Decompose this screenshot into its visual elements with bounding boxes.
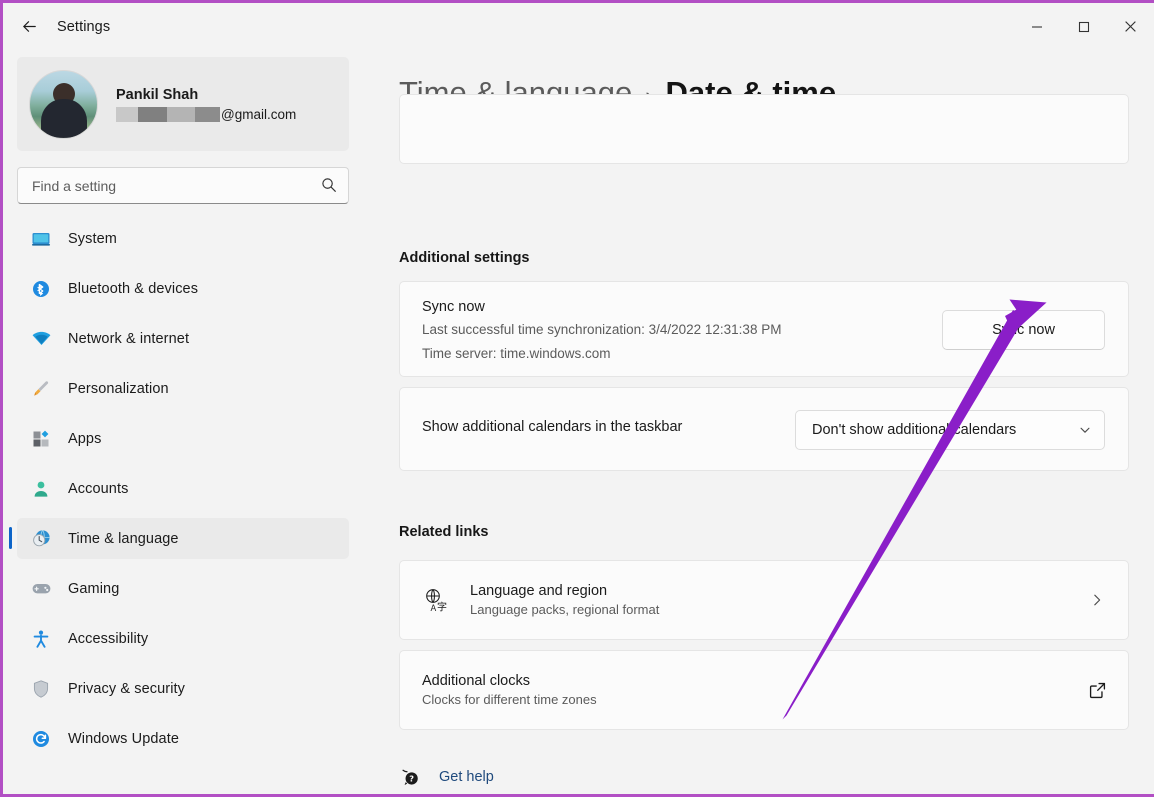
row-subtitle: Language packs, regional format xyxy=(470,602,1090,617)
bluetooth-icon xyxy=(30,278,52,300)
last-sync-text: Last successful time synchronization: 3/… xyxy=(422,322,781,337)
search-input[interactable] xyxy=(17,167,349,204)
help-question-icon: ? xyxy=(399,766,421,788)
person-icon xyxy=(30,478,52,500)
account-card[interactable]: Pankil Shah @gmail.com xyxy=(17,57,349,151)
sidebar-item-apps[interactable]: Apps xyxy=(17,418,349,459)
get-help-link[interactable]: ? Get help xyxy=(399,766,494,788)
additional-calendars-value: Don't show additional calendars xyxy=(812,422,1078,438)
sidebar-item-label: Accessibility xyxy=(68,631,148,647)
chevron-down-icon xyxy=(1078,423,1092,437)
additional-calendars-dropdown[interactable]: Don't show additional calendars xyxy=(795,410,1105,450)
account-email: @gmail.com xyxy=(116,107,296,122)
svg-text:A: A xyxy=(431,603,437,613)
content-pane: Time & language › Date & time Additional… xyxy=(363,50,1154,794)
paintbrush-icon xyxy=(30,378,52,400)
account-text: Pankil Shah @gmail.com xyxy=(116,87,296,122)
sidebar-item-label: Time & language xyxy=(68,531,179,547)
time-server-text: Time server: time.windows.com xyxy=(422,346,611,361)
accessibility-icon xyxy=(30,628,52,650)
sidebar-item-label: Windows Update xyxy=(68,731,179,747)
update-icon xyxy=(30,728,52,750)
row-title: Language and region xyxy=(470,583,1090,599)
svg-text:?: ? xyxy=(409,773,414,783)
sidebar-nav: System Bluetooth & devices xyxy=(3,218,363,759)
sidebar-item-system[interactable]: System xyxy=(17,218,349,259)
additional-clocks-link[interactable]: Additional clocks Clocks for different t… xyxy=(399,650,1129,730)
sync-now-title: Sync now xyxy=(422,299,485,315)
language-and-region-text: Language and region Language packs, regi… xyxy=(470,583,1090,617)
clock-globe-icon xyxy=(30,528,52,550)
sidebar-item-time-language[interactable]: Time & language xyxy=(17,518,349,559)
apps-icon xyxy=(30,428,52,450)
sync-now-card: Sync now Last successful time synchroniz… xyxy=(399,281,1129,377)
row-subtitle: Clocks for different time zones xyxy=(422,692,1089,707)
related-links-heading: Related links xyxy=(399,524,488,540)
monitor-icon xyxy=(30,228,52,250)
settings-window: Settings Pankil Shah xyxy=(0,0,1154,797)
sidebar-item-network-internet[interactable]: Network & internet xyxy=(17,318,349,359)
close-button[interactable] xyxy=(1107,3,1154,50)
chevron-right-icon xyxy=(1090,593,1104,607)
settings-scroll-area[interactable]: Additional settings Sync now Last succes… xyxy=(363,128,1154,794)
window-controls xyxy=(1013,3,1154,50)
additional-calendars-card: Show additional calendars in the taskbar… xyxy=(399,387,1129,471)
sidebar-item-bluetooth-devices[interactable]: Bluetooth & devices xyxy=(17,268,349,309)
sidebar-item-windows-update[interactable]: Windows Update xyxy=(17,718,349,759)
sidebar-item-label: Accounts xyxy=(68,481,128,497)
additional-clocks-text: Additional clocks Clocks for different t… xyxy=(422,673,1089,707)
minimize-button[interactable] xyxy=(1013,3,1060,50)
sidebar-item-gaming[interactable]: Gaming xyxy=(17,568,349,609)
additional-settings-heading: Additional settings xyxy=(399,250,530,266)
sync-now-button[interactable]: Sync now xyxy=(942,310,1105,350)
gamepad-icon xyxy=(30,578,52,600)
email-domain: @gmail.com xyxy=(221,107,296,122)
sidebar-item-label: System xyxy=(68,231,117,247)
title-bar: Settings xyxy=(3,3,1154,50)
maximize-button[interactable] xyxy=(1060,3,1107,50)
avatar xyxy=(29,70,98,139)
sidebar-item-label: Bluetooth & devices xyxy=(68,281,198,297)
sidebar-item-accounts[interactable]: Accounts xyxy=(17,468,349,509)
translate-globe-icon: A 字 xyxy=(422,587,448,613)
sidebar-item-personalization[interactable]: Personalization xyxy=(17,368,349,409)
partial-card-above[interactable] xyxy=(399,94,1129,164)
additional-calendars-label: Show additional calendars in the taskbar xyxy=(422,419,682,435)
sidebar-item-accessibility[interactable]: Accessibility xyxy=(17,618,349,659)
account-name: Pankil Shah xyxy=(116,87,296,103)
row-title: Additional clocks xyxy=(422,673,1089,689)
wifi-icon xyxy=(30,328,52,350)
sidebar-item-privacy-security[interactable]: Privacy & security xyxy=(17,668,349,709)
redacted-email xyxy=(116,107,220,122)
back-arrow-icon xyxy=(20,17,39,36)
sidebar-item-label: Privacy & security xyxy=(68,681,185,697)
svg-text:字: 字 xyxy=(437,601,447,614)
window-title: Settings xyxy=(57,19,110,35)
close-icon xyxy=(1124,20,1137,33)
sidebar-item-label: Network & internet xyxy=(68,331,189,347)
sidebar-item-label: Gaming xyxy=(68,581,119,597)
shield-icon xyxy=(30,678,52,700)
back-button[interactable] xyxy=(11,11,47,43)
maximize-icon xyxy=(1078,21,1090,33)
sidebar: Pankil Shah @gmail.com xyxy=(3,50,363,794)
search-container xyxy=(17,167,349,204)
sidebar-item-label: Apps xyxy=(68,431,101,447)
sidebar-item-label: Personalization xyxy=(68,381,169,397)
get-help-label: Get help xyxy=(439,769,494,785)
minimize-icon xyxy=(1031,21,1043,33)
language-and-region-link[interactable]: A 字 Language and region Language packs, … xyxy=(399,560,1129,640)
external-link-icon xyxy=(1089,682,1106,699)
